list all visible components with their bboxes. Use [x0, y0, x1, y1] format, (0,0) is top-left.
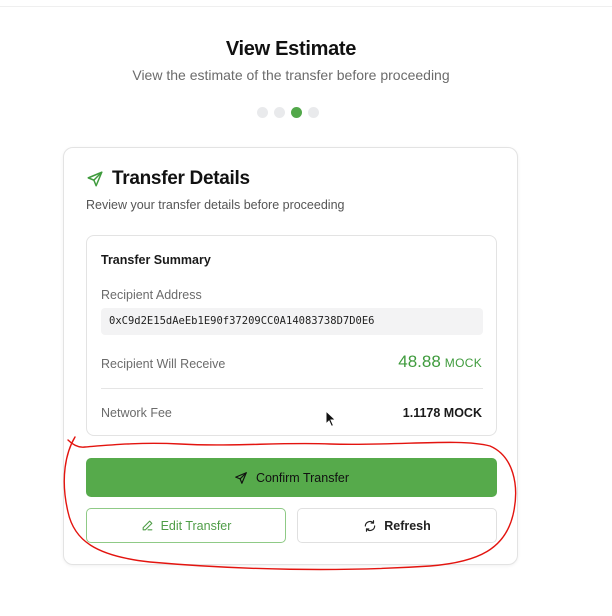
recipient-receive-value: 48.88 MOCK	[398, 352, 482, 372]
refresh-button[interactable]: Refresh	[297, 508, 497, 543]
step-indicator	[257, 107, 319, 118]
pencil-icon	[141, 519, 154, 532]
step-dot	[274, 107, 285, 118]
confirm-transfer-button[interactable]: Confirm Transfer	[86, 458, 497, 497]
card-header: Transfer Details	[86, 168, 250, 190]
mouse-cursor	[325, 410, 337, 428]
network-fee-value: 1.1178 MOCK	[402, 406, 482, 420]
page-subtitle: View the estimate of the transfer before…	[132, 67, 450, 83]
edit-transfer-label: Edit Transfer	[160, 518, 232, 533]
summary-title: Transfer Summary	[101, 253, 211, 267]
refresh-icon	[363, 519, 377, 533]
receive-unit: MOCK	[444, 356, 482, 370]
refresh-label: Refresh	[384, 518, 431, 533]
step-dot	[308, 107, 319, 118]
top-divider	[0, 6, 612, 7]
card-title: Transfer Details	[112, 168, 250, 189]
step-dot	[257, 107, 268, 118]
summary-divider	[101, 388, 483, 389]
send-icon	[234, 471, 248, 485]
receive-amount: 48.88	[398, 352, 441, 371]
card-subtitle: Review your transfer details before proc…	[86, 198, 345, 212]
transfer-summary: Transfer Summary Recipient Address 0xC9d…	[86, 235, 497, 436]
recipient-address-label: Recipient Address	[101, 288, 202, 302]
send-icon	[86, 170, 104, 188]
recipient-receive-label: Recipient Will Receive	[101, 357, 226, 371]
network-fee-label: Network Fee	[101, 406, 172, 420]
transfer-details-card: Transfer Details Review your transfer de…	[63, 147, 518, 565]
page-title: View Estimate	[225, 38, 357, 60]
step-dot-active	[291, 107, 302, 118]
edit-transfer-button[interactable]: Edit Transfer	[86, 508, 286, 543]
confirm-transfer-label: Confirm Transfer	[255, 470, 350, 485]
recipient-address-value: 0xC9d2E15dAeEb1E90f37209CC0A14083738D7D0…	[101, 308, 483, 335]
